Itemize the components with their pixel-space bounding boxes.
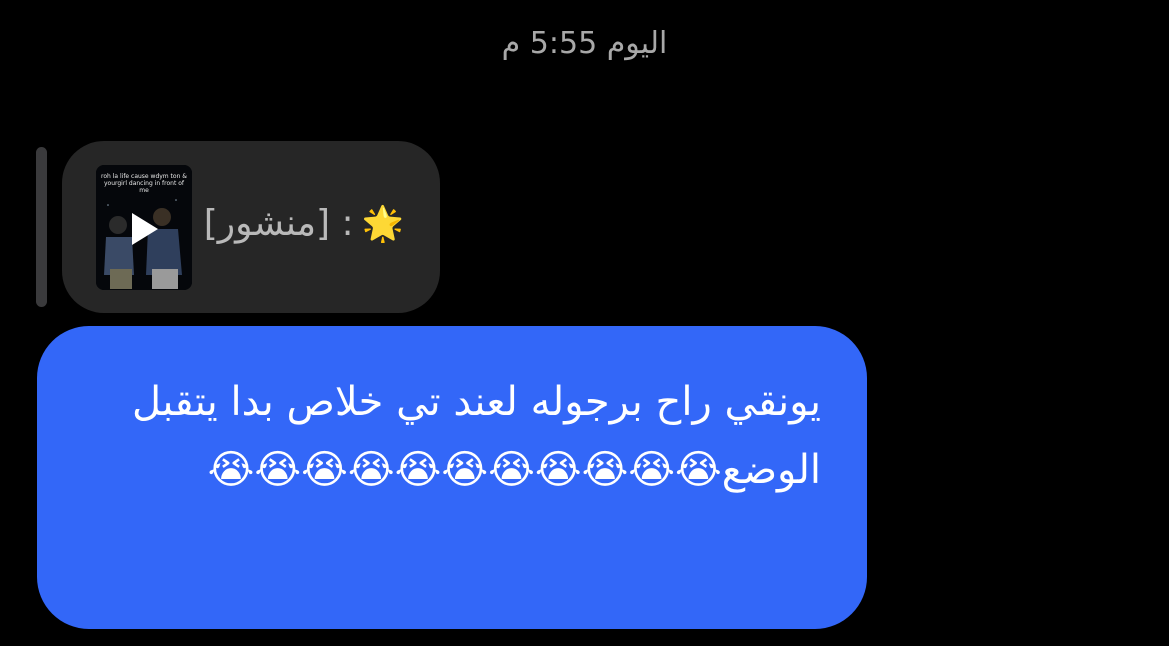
- glowing-star-icon: 🌟: [361, 203, 404, 244]
- play-icon[interactable]: [132, 213, 158, 245]
- thumbnail-caption: roh la life cause wdym ton & yourgirl da…: [101, 173, 187, 194]
- post-label-text: : [منشور]: [203, 203, 354, 244]
- post-thumbnail[interactable]: roh la life cause wdym ton & yourgirl da…: [96, 165, 192, 290]
- post-label: 🌟 : [منشور]: [204, 203, 404, 244]
- reply-indicator-bar: [36, 147, 47, 307]
- message-timestamp: اليوم 5:55 م: [501, 26, 668, 61]
- message-text: يونقي راح برجوله لعند تي خلاص بدا يتقبل …: [131, 379, 821, 493]
- quoted-post-bubble[interactable]: roh la life cause wdym ton & yourgirl da…: [62, 141, 440, 313]
- message-bubble[interactable]: يونقي راح برجوله لعند تي خلاص بدا يتقبل …: [37, 326, 867, 629]
